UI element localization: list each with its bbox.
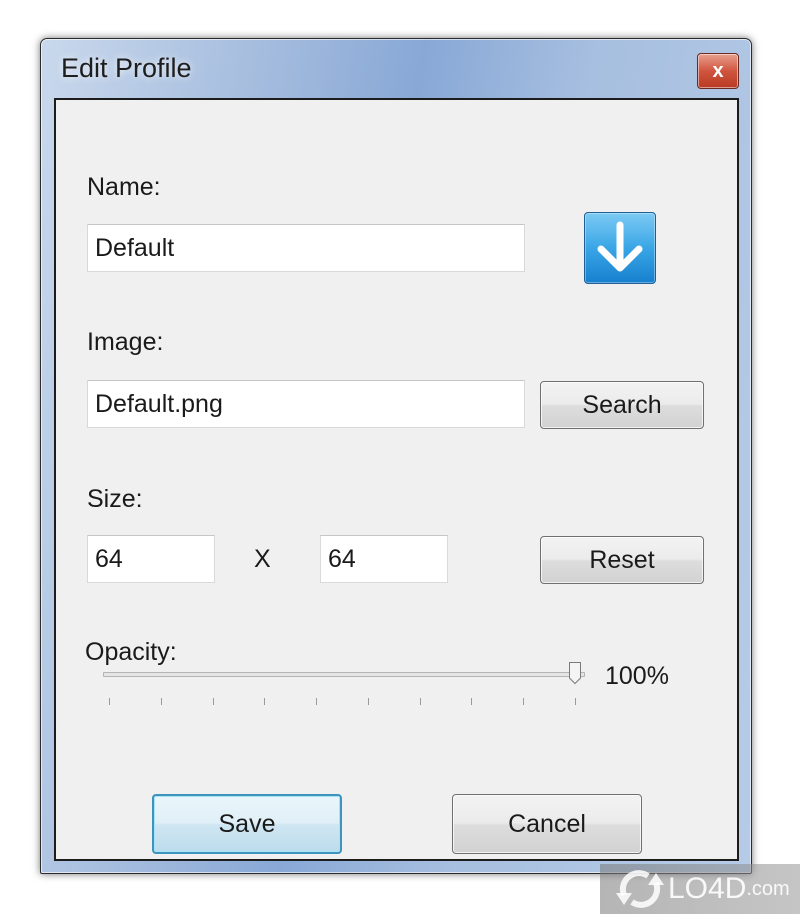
slider-tick (316, 698, 318, 705)
size-height-value: 64 (328, 544, 356, 573)
opacity-slider-track[interactable] (103, 672, 585, 677)
lo4d-logo-icon (616, 870, 664, 908)
slider-tick (523, 698, 525, 705)
cancel-button-label: Cancel (508, 809, 586, 838)
close-button[interactable]: x (697, 53, 739, 89)
slider-tick (264, 698, 266, 705)
search-button-label: Search (582, 390, 662, 419)
size-label: Size: (87, 485, 143, 513)
size-height-input[interactable]: 64 (320, 535, 448, 583)
edit-profile-dialog: Edit Profile x Name: Default Image: Defa… (40, 38, 752, 874)
name-input[interactable]: Default (87, 224, 525, 272)
search-button[interactable]: Search (540, 381, 704, 429)
watermark-brand: LO4D (668, 872, 747, 905)
opacity-slider-thumb[interactable] (568, 661, 582, 685)
reset-button[interactable]: Reset (540, 536, 704, 584)
size-width-input[interactable]: 64 (87, 535, 215, 583)
slider-tick (367, 698, 369, 705)
slider-thumb-icon (569, 662, 581, 685)
slider-tick (160, 698, 162, 705)
reset-button-label: Reset (589, 545, 655, 574)
opacity-value: 100% (605, 662, 669, 690)
size-width-value: 64 (95, 544, 123, 573)
save-button[interactable]: Save (152, 794, 342, 854)
cancel-button[interactable]: Cancel (452, 794, 642, 854)
arrow-down-icon (597, 221, 643, 272)
download-arrow-icon[interactable] (584, 212, 656, 284)
watermark-suffix: .com (746, 877, 790, 900)
name-input-value: Default (95, 233, 175, 262)
close-icon: x (712, 59, 724, 82)
save-button-label: Save (218, 809, 276, 838)
slider-tick (109, 698, 110, 705)
image-input-value: Default.png (95, 389, 223, 418)
slider-tick (419, 698, 421, 705)
slider-tick (575, 698, 576, 705)
size-separator: X (254, 545, 271, 573)
lo4d-watermark: LO4D .com (600, 864, 800, 914)
window-title: Edit Profile (61, 53, 192, 83)
dialog-client-area: Name: Default Image: Default.png Search … (54, 98, 739, 861)
slider-tick (212, 698, 214, 705)
image-label: Image: (87, 328, 164, 356)
slider-tick (471, 698, 473, 705)
name-label: Name: (87, 173, 161, 201)
image-input[interactable]: Default.png (87, 380, 525, 428)
opacity-label: Opacity: (85, 638, 177, 666)
